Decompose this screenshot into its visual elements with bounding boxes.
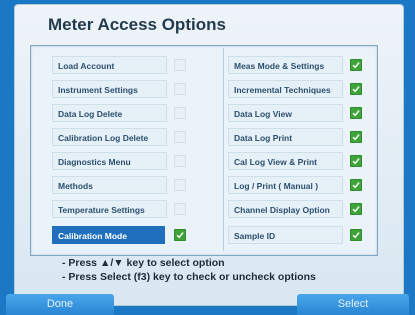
checkmark-icon: [176, 232, 184, 239]
checkmark-icon: [352, 158, 360, 165]
page-title: Meter Access Options: [48, 15, 226, 34]
checkmark-icon: [352, 62, 360, 69]
column-divider: [223, 48, 224, 251]
checkbox-calibration-mode[interactable]: [174, 229, 186, 241]
option-load-account[interactable]: Load Account: [52, 56, 167, 74]
checkbox-channel-display-option[interactable]: [350, 203, 362, 215]
select-softkey[interactable]: Select: [297, 294, 409, 315]
checkbox-data-log-view[interactable]: [350, 107, 362, 119]
checkmark-icon: [352, 86, 360, 93]
option-temperature-settings[interactable]: Temperature Settings: [52, 200, 167, 218]
option-data-log-print[interactable]: Data Log Print: [228, 128, 343, 146]
checkmark-icon: [352, 182, 360, 189]
checkbox-diagnostics-menu[interactable]: [174, 155, 186, 167]
checkbox-log-print-manual[interactable]: [350, 179, 362, 191]
checkbox-sample-id[interactable]: [350, 229, 362, 241]
checkbox-calibration-log-delete[interactable]: [174, 131, 186, 143]
instruction-select-option: - Press ▲/▼ key to select option: [62, 257, 225, 269]
option-methods[interactable]: Methods: [52, 176, 167, 194]
checkbox-temperature-settings[interactable]: [174, 203, 186, 215]
option-data-log-delete[interactable]: Data Log Delete: [52, 104, 167, 122]
checkbox-data-log-delete[interactable]: [174, 107, 186, 119]
option-log-print-manual[interactable]: Log / Print ( Manual ): [228, 176, 343, 194]
options-panel: [30, 45, 378, 256]
checkmark-icon: [352, 232, 360, 239]
checkbox-methods[interactable]: [174, 179, 186, 191]
option-meas-mode-settings[interactable]: Meas Mode & Settings: [228, 56, 343, 74]
option-instrument-settings[interactable]: Instrument Settings: [52, 80, 167, 98]
instruction-check-option: - Press Select (f3) key to check or unch…: [62, 271, 316, 283]
option-calibration-mode[interactable]: Calibration Mode: [52, 226, 165, 244]
checkmark-icon: [352, 110, 360, 117]
checkmark-icon: [352, 134, 360, 141]
checkbox-cal-log-view-print[interactable]: [350, 155, 362, 167]
option-cal-log-view-print[interactable]: Cal Log View & Print: [228, 152, 343, 170]
option-incremental-techniques[interactable]: Incremental Techniques: [228, 80, 343, 98]
done-softkey[interactable]: Done: [6, 294, 114, 315]
checkbox-incremental-techniques[interactable]: [350, 83, 362, 95]
checkbox-meas-mode-settings[interactable]: [350, 59, 362, 71]
option-diagnostics-menu[interactable]: Diagnostics Menu: [52, 152, 167, 170]
option-channel-display-option[interactable]: Channel Display Option: [228, 200, 343, 218]
checkmark-icon: [352, 206, 360, 213]
option-sample-id[interactable]: Sample ID: [228, 226, 343, 244]
option-data-log-view[interactable]: Data Log View: [228, 104, 343, 122]
checkbox-instrument-settings[interactable]: [174, 83, 186, 95]
checkbox-data-log-print[interactable]: [350, 131, 362, 143]
checkbox-load-account[interactable]: [174, 59, 186, 71]
option-calibration-log-delete[interactable]: Calibration Log Delete: [52, 128, 167, 146]
